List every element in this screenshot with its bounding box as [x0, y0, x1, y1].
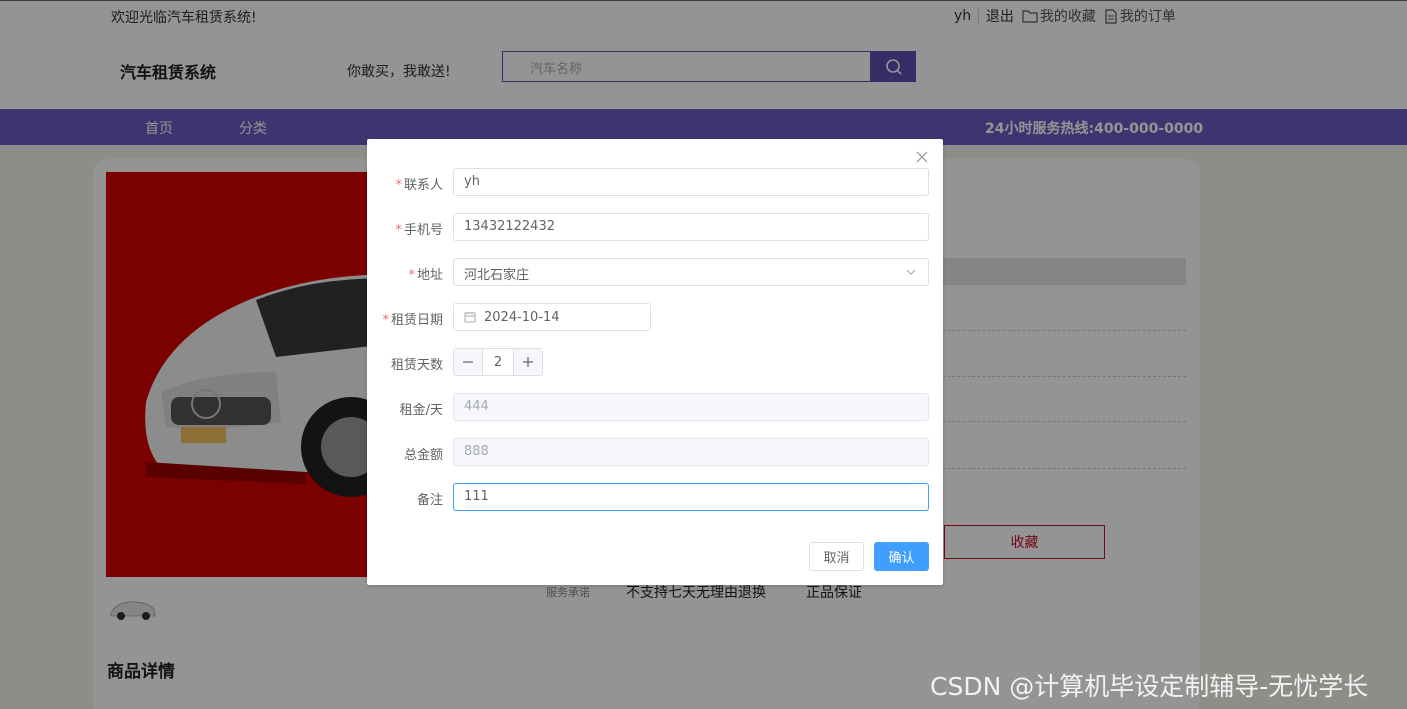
date-value: 2024-10-14 [484, 309, 560, 325]
required-mark: * [395, 178, 402, 193]
form-row-phone: * 手机号 13432122432 [367, 213, 943, 241]
address-label: * 地址 [408, 264, 443, 283]
total-label: 总金额 [403, 448, 443, 463]
date-label-text: 租赁日期 [390, 313, 443, 328]
form-row-total: 总金额 888 [367, 438, 943, 466]
increase-button[interactable] [513, 349, 542, 375]
watermark: CSDN @计算机毕设定制辅导-无忧学长 [930, 672, 1369, 701]
days-stepper: 2 [453, 348, 543, 376]
form-row-note: 备注 111 [367, 483, 943, 511]
rental-order-dialog: * 联系人 yh * 手机号 13432122432 * 地址 河北石家庄 * 租赁日期… [367, 139, 943, 585]
decrease-button[interactable] [454, 349, 483, 375]
form-row-date: * 租赁日期 2024-10-14 [367, 303, 943, 331]
phone-label-text: 手机号 [403, 223, 443, 238]
cancel-button[interactable]: 取消 [809, 542, 864, 571]
contact-label: * 联系人 [395, 174, 443, 193]
date-label: * 租赁日期 [382, 309, 443, 328]
chevron-down-icon [906, 269, 916, 275]
calendar-icon [464, 312, 476, 323]
days-value[interactable]: 2 [482, 349, 514, 375]
plus-icon [522, 357, 533, 367]
required-mark: * [395, 223, 402, 238]
form-row-contact: * 联系人 yh [367, 168, 943, 196]
required-mark: * [408, 268, 415, 283]
phone-input[interactable]: 13432122432 [453, 213, 929, 241]
date-picker[interactable]: 2024-10-14 [453, 303, 651, 331]
contact-label-text: 联系人 [403, 178, 443, 193]
phone-label: * 手机号 [395, 219, 443, 238]
contact-input[interactable]: yh [453, 168, 929, 196]
close-icon[interactable] [915, 150, 929, 164]
rent-input: 444 [453, 393, 929, 421]
days-label: 租赁天数 [390, 358, 443, 373]
note-input[interactable]: 111 [453, 483, 929, 511]
confirm-button[interactable]: 确认 [874, 542, 929, 571]
rent-label: 租金/天 [399, 403, 443, 418]
address-value: 河北石家庄 [464, 268, 530, 283]
address-label-text: 地址 [416, 268, 443, 283]
form-row-rent: 租金/天 444 [367, 393, 943, 421]
minus-icon [463, 361, 474, 363]
form-row-address: * 地址 河北石家庄 [367, 258, 943, 286]
required-mark: * [382, 313, 389, 328]
address-select[interactable]: 河北石家庄 [453, 258, 929, 286]
form-row-days: 租赁天数 2 [367, 348, 943, 376]
total-input: 888 [453, 438, 929, 466]
note-label: 备注 [416, 493, 443, 508]
